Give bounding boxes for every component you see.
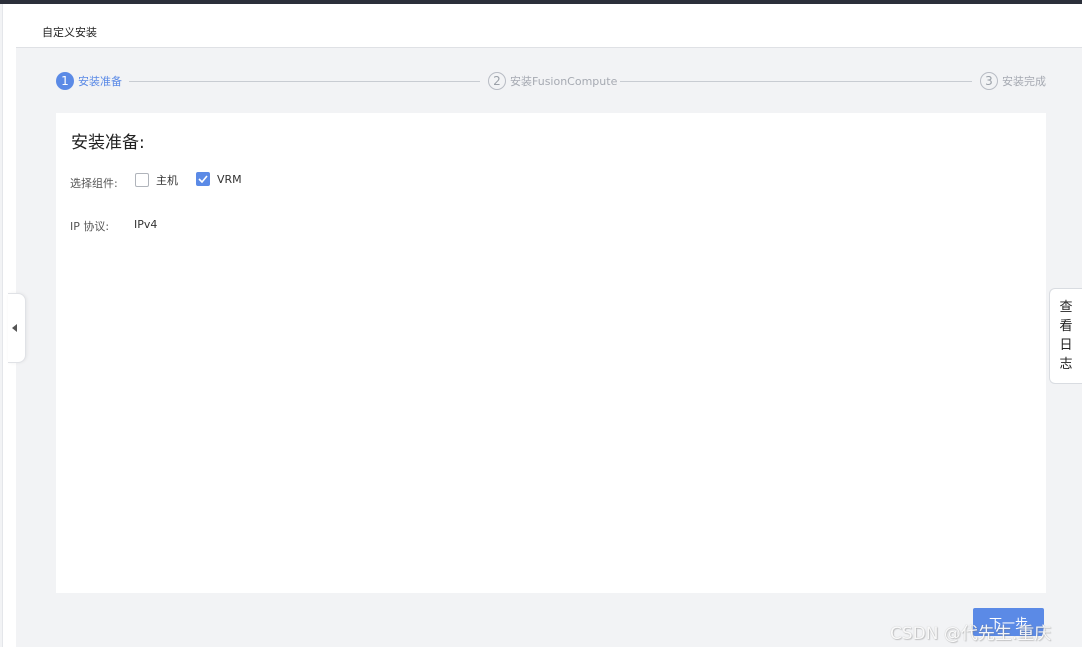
- vrm-checkbox[interactable]: VRM: [196, 172, 242, 186]
- checkbox-label: 主机: [156, 174, 178, 187]
- components-label: 选择组件:: [70, 177, 118, 190]
- card-heading: 安装准备:: [71, 133, 145, 153]
- view-log-char: 日: [1059, 338, 1073, 353]
- caret-left-icon: [12, 324, 17, 332]
- step-label: 安装FusionCompute: [510, 75, 618, 88]
- view-log-char: 看: [1059, 319, 1073, 334]
- page-header: 自定义安装: [16, 4, 1082, 48]
- ip-protocol-value: IPv4: [134, 218, 158, 231]
- prepare-card: 安装准备: 选择组件: 主机 VRM IP 协议: IPv4: [56, 113, 1046, 593]
- ip-protocol-label: IP 协议:: [70, 220, 110, 233]
- step-connector: [129, 81, 480, 82]
- view-log-char: 志: [1059, 357, 1073, 372]
- step-number: 3: [980, 72, 998, 90]
- step-number: 2: [488, 72, 506, 90]
- check-icon: [198, 175, 208, 183]
- host-checkbox[interactable]: 主机: [135, 172, 178, 188]
- step-progress: 1 安装准备 2 安装FusionCompute 3 安装完成: [56, 72, 1046, 92]
- step-complete: 3 安装完成: [980, 72, 1046, 90]
- left-nav-edge: [0, 4, 3, 647]
- checkbox-label: VRM: [217, 172, 242, 186]
- step-label: 安装准备: [78, 75, 122, 88]
- watermark: CSDN @代先生.重庆: [890, 624, 1052, 644]
- step-prepare: 1 安装准备: [56, 72, 122, 90]
- page-title: 自定义安装: [42, 26, 97, 39]
- step-number: 1: [56, 72, 74, 90]
- view-log-button[interactable]: 查 看 日 志: [1049, 288, 1082, 384]
- step-install-fusioncompute: 2 安装FusionCompute: [488, 72, 617, 90]
- checkbox-box[interactable]: [135, 173, 149, 187]
- collapse-sidebar-button[interactable]: [8, 293, 26, 363]
- step-label: 安装完成: [1002, 75, 1046, 88]
- step-connector: [620, 81, 972, 82]
- checkbox-box[interactable]: [196, 172, 210, 186]
- view-log-char: 查: [1059, 300, 1073, 315]
- main-content: 1 安装准备 2 安装FusionCompute 3 安装完成 安装准备: 选择…: [16, 48, 1082, 647]
